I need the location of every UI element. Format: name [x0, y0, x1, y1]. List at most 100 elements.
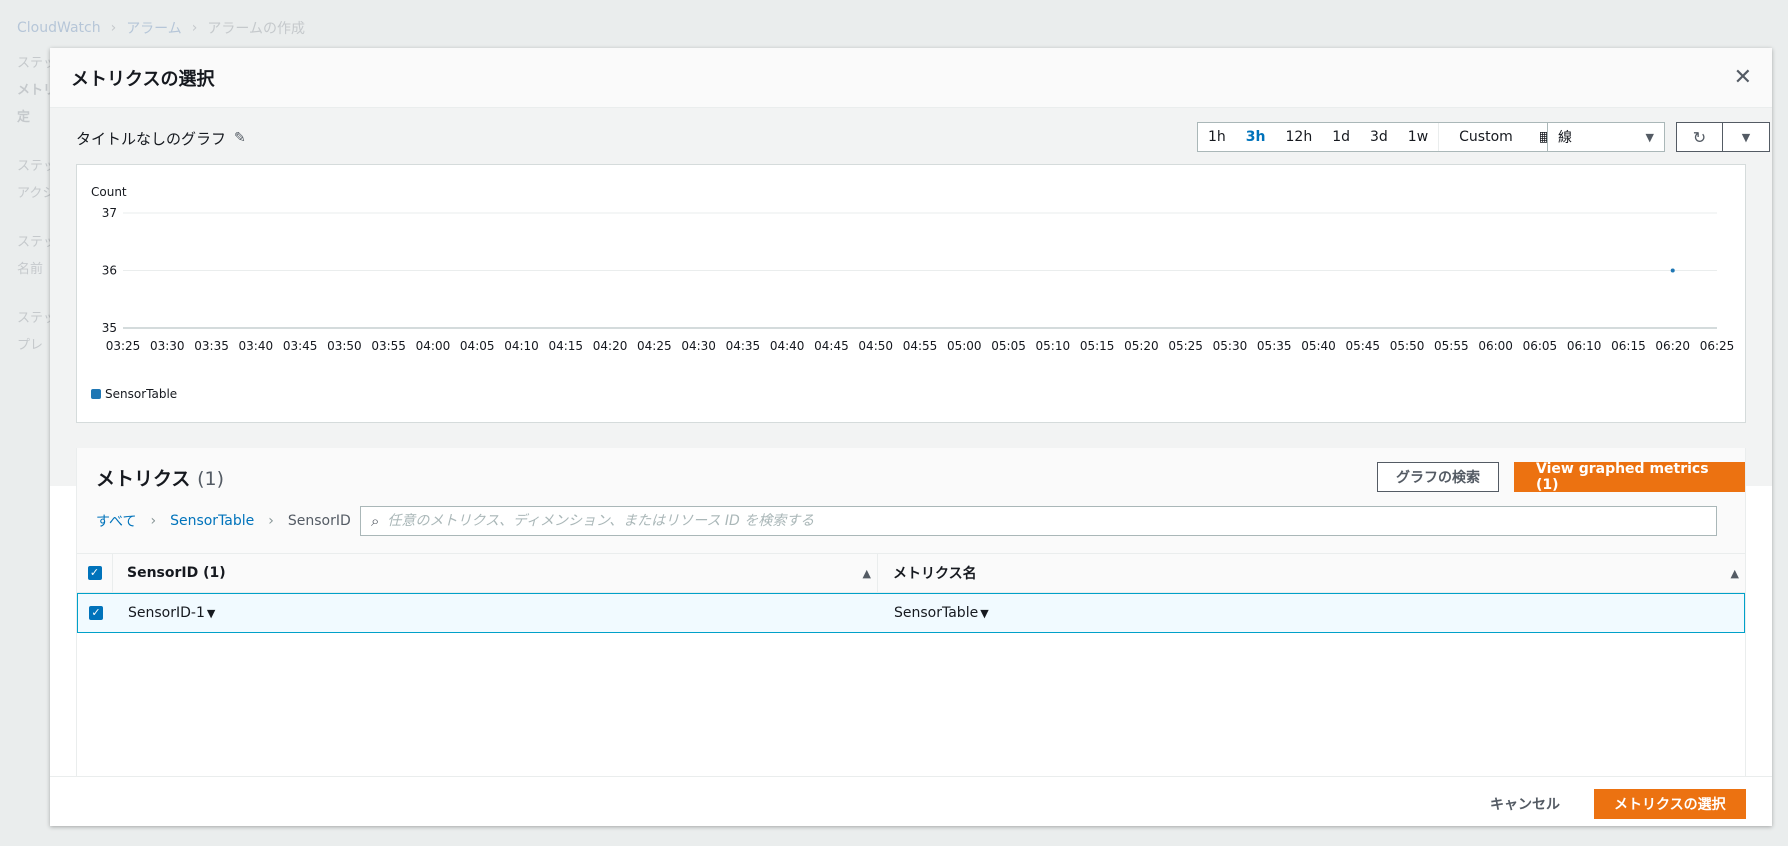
row-checkbox[interactable]: ✓: [78, 594, 114, 632]
y-tick-label: 36: [102, 264, 117, 278]
background-breadcrumb: CloudWatch › アラーム › アラームの作成: [17, 18, 305, 38]
x-tick-label: 06:15: [1611, 339, 1646, 353]
time-range-3d[interactable]: 3d: [1360, 123, 1398, 151]
column-header-label: SensorID (1): [127, 565, 226, 581]
x-tick-label: 06:10: [1567, 339, 1602, 353]
bg-crumb-cloudwatch[interactable]: CloudWatch: [17, 20, 101, 36]
chart-legend[interactable]: SensorTable: [91, 387, 177, 401]
time-range-1d[interactable]: 1d: [1322, 123, 1360, 151]
graph-title[interactable]: タイトルなしのグラフ ✎: [76, 128, 246, 149]
y-axis-label: Count: [91, 185, 127, 199]
metrics-search-box: ⌕: [360, 506, 1717, 536]
x-tick-label: 04:50: [858, 339, 893, 353]
modal-header: メトリクスの選択 ✕: [50, 48, 1772, 108]
chevron-right-icon: ›: [150, 513, 157, 529]
chevron-right-icon: ›: [110, 20, 117, 36]
x-tick-label: 04:25: [637, 339, 672, 353]
caret-down-icon: ▼: [1741, 130, 1751, 144]
cell-sensorid: SensorID-1 ▼: [114, 594, 879, 632]
x-tick-label: 04:15: [548, 339, 583, 353]
x-tick-label: 04:05: [460, 339, 495, 353]
x-tick-label: 05:30: [1213, 339, 1248, 353]
edit-icon[interactable]: ✎: [234, 130, 246, 146]
crumb-dimension: SensorID: [287, 513, 351, 529]
x-tick-label: 04:55: [903, 339, 938, 353]
crumb-all[interactable]: すべて: [96, 511, 136, 531]
caret-down-icon: ▼: [980, 607, 989, 620]
x-tick-label: 03:40: [239, 339, 274, 353]
x-tick-label: 03:25: [106, 339, 141, 353]
graph-toolbar: タイトルなしのグラフ ✎ 1h 3h 12h 1d 3d 1w Custom ▦…: [76, 122, 1770, 154]
crumb-namespace[interactable]: SensorTable: [170, 513, 254, 529]
search-icon: ⌕: [371, 512, 380, 530]
x-tick-label: 05:15: [1080, 339, 1115, 353]
x-tick-label: 05:25: [1168, 339, 1203, 353]
metric-name-value: SensorTable: [894, 605, 979, 621]
cancel-button[interactable]: キャンセル: [1478, 789, 1572, 819]
column-header-metric-name[interactable]: メトリクス名 ▲: [878, 554, 1745, 592]
x-tick-label: 03:55: [371, 339, 406, 353]
metrics-count: (1): [197, 468, 224, 490]
x-tick-label: 03:45: [283, 339, 318, 353]
table-row[interactable]: ✓ SensorID-1 ▼ SensorTable ▼: [77, 593, 1745, 633]
close-icon[interactable]: ✕: [1734, 66, 1752, 89]
x-tick-label: 03:30: [150, 339, 185, 353]
time-range-12h[interactable]: 12h: [1276, 123, 1323, 151]
x-tick-label: 05:55: [1434, 339, 1469, 353]
metrics-search-input[interactable]: [387, 513, 1716, 529]
x-tick-label: 04:20: [593, 339, 628, 353]
bg-crumb-alarms[interactable]: アラーム: [126, 18, 182, 38]
x-tick-label: 03:50: [327, 339, 362, 353]
chart-panel: Count 37 36 35 03:25 03:30 03:35 03:40 03:45 03:5…: [76, 164, 1746, 423]
x-tick-label: 04:45: [814, 339, 849, 353]
time-range-1w[interactable]: 1w: [1398, 123, 1438, 151]
x-tick-label: 04:35: [726, 339, 761, 353]
x-tick-label: 06:05: [1523, 339, 1558, 353]
modal-title: メトリクスの選択: [71, 68, 215, 90]
bg-crumb-create-alarm: アラームの作成: [207, 21, 305, 37]
view-graphed-metrics-button[interactable]: View graphed metrics (1): [1514, 461, 1745, 493]
column-header-label: メトリクス名: [893, 566, 977, 582]
metrics-chart: Count 37 36 35 03:25 03:30 03:35 03:40 03:45 03:5…: [91, 185, 1735, 353]
x-tick-label: 04:00: [416, 339, 451, 353]
sort-up-icon[interactable]: ▲: [863, 567, 871, 580]
metrics-table: ✓ SensorID (1) ▲ メトリクス名 ▲ ✓ SensorID-1▼: [77, 553, 1745, 633]
metric-name-dropdown[interactable]: SensorTable ▼: [894, 605, 989, 621]
caret-down-icon: ▼: [1645, 130, 1654, 144]
select-all-checkbox[interactable]: ✓: [77, 554, 113, 592]
x-tick-label: 04:10: [504, 339, 539, 353]
metrics-title: メトリクス (1): [96, 464, 224, 491]
sort-up-icon[interactable]: ▲: [1731, 567, 1739, 580]
y-tick-label: 37: [102, 206, 117, 220]
x-tick-label: 06:20: [1655, 339, 1690, 353]
refresh-icon[interactable]: ↻: [1676, 122, 1723, 152]
x-tick-label: 05:20: [1124, 339, 1159, 353]
graph-type-select[interactable]: 線 ▼: [1547, 122, 1665, 152]
refresh-group: ↻ ▼: [1676, 122, 1770, 152]
select-metrics-button[interactable]: メトリクスの選択: [1594, 789, 1746, 819]
time-range-1h[interactable]: 1h: [1198, 123, 1236, 151]
y-tick-label: 35: [102, 321, 117, 335]
time-range-selector: 1h 3h 12h 1d 3d 1w Custom ▦: [1197, 122, 1574, 152]
x-tick-label: 05:50: [1390, 339, 1425, 353]
cell-metric-name: SensorTable ▼: [879, 594, 1744, 632]
x-tick-label: 05:40: [1301, 339, 1336, 353]
x-tick-label: 05:10: [1036, 339, 1071, 353]
x-tick-label: 05:35: [1257, 339, 1292, 353]
legend-label: SensorTable: [105, 387, 178, 401]
graph-title-text: タイトルなしのグラフ: [76, 129, 227, 148]
x-tick-label: 03:35: [194, 339, 229, 353]
column-header-sensorid[interactable]: SensorID (1) ▲: [113, 554, 878, 592]
chevron-right-icon: ›: [268, 513, 274, 529]
time-range-3h[interactable]: 3h: [1236, 123, 1276, 151]
caret-down-icon: ▼: [206, 607, 216, 620]
refresh-options-dropdown[interactable]: ▼: [1723, 122, 1770, 152]
checkbox-checked-icon: ✓: [89, 606, 103, 620]
x-tick-label: 06:25: [1700, 339, 1735, 353]
graph-type-value: 線: [1558, 130, 1572, 146]
sensorid-dropdown[interactable]: SensorID-1 ▼: [128, 605, 215, 621]
table-header: ✓ SensorID (1) ▲ メトリクス名 ▲: [77, 553, 1745, 593]
chevron-right-icon: ›: [191, 20, 198, 36]
custom-label: Custom: [1459, 129, 1513, 145]
graph-search-button[interactable]: グラフの検索: [1377, 462, 1499, 492]
